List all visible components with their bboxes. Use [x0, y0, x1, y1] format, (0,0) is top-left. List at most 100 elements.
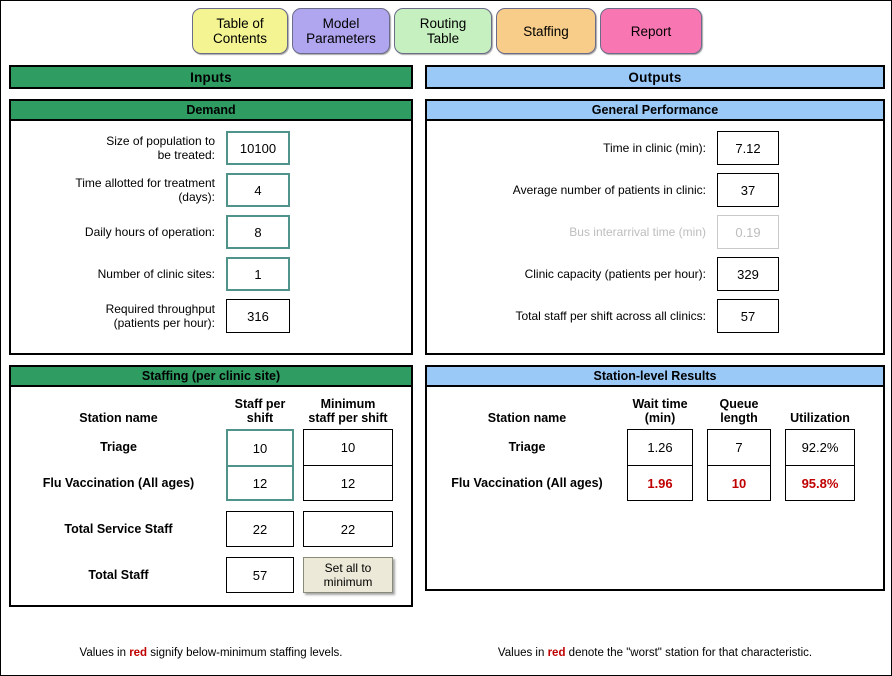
station-name-triage: Triage	[508, 440, 546, 454]
footnote-prefix: Values in	[497, 647, 548, 659]
field-row-required-throughput: Required throughput (patients per hour):…	[11, 299, 411, 333]
column-header-station-name: Station name	[487, 411, 567, 425]
column-header-utilization: Utilization	[785, 411, 855, 425]
table-row: Flu Vaccination (All ages) 12 12	[11, 465, 411, 501]
tab-label-line2: Contents	[212, 31, 268, 46]
value-total-service-staff: 22	[226, 511, 294, 547]
station-results-table: Station name Wait time (min) Queue lengt…	[427, 397, 883, 501]
station-level-results-body: Station name Wait time (min) Queue lengt…	[427, 387, 883, 589]
set-all-to-minimum-button[interactable]: Set all to minimum	[303, 557, 393, 593]
station-name-flu-vaccination: Flu Vaccination (All ages)	[451, 476, 603, 490]
header-line1: Utilization	[790, 411, 850, 425]
input-staff-per-shift-triage[interactable]: 10	[226, 429, 294, 465]
input-number-of-clinic-sites[interactable]: 1	[226, 257, 290, 291]
general-performance-header: General Performance	[427, 101, 883, 121]
label-line1: Size of population to	[106, 134, 215, 148]
field-row-time-in-clinic: Time in clinic (min): 7.12	[427, 131, 883, 165]
label-line2: (patients per hour):	[113, 316, 215, 330]
staffing-section: Staffing (per clinic site) Station name …	[9, 365, 413, 607]
staffing-header: Staffing (per clinic site)	[11, 367, 411, 387]
value-utilization-triage: 92.2%	[785, 429, 855, 465]
input-daily-hours-of-operation[interactable]: 8	[226, 215, 290, 249]
value-total-staff: 57	[226, 557, 294, 593]
value-minimum-staff-flu-vaccination: 12	[303, 465, 393, 501]
outputs-title: Outputs	[425, 65, 885, 89]
staffing-table: Station name Staff per shift Minimum sta…	[11, 397, 411, 593]
field-row-total-staff-all-clinics: Total staff per shift across all clinics…	[427, 299, 883, 333]
table-spacer	[11, 501, 411, 511]
table-row-total-staff: Total Staff 57 Set all to minimum	[11, 557, 411, 593]
value-queue-length-triage: 7	[707, 429, 771, 465]
tab-model-parameters[interactable]: Model Parameters	[292, 8, 390, 54]
tab-label-line1: Model	[322, 16, 360, 31]
tab-label-line1: Routing	[419, 16, 467, 31]
tab-report[interactable]: Report	[600, 8, 702, 54]
tab-label-line2: Table	[426, 31, 460, 46]
field-label-population: Size of population to be treated:	[11, 134, 226, 162]
tab-label-line1: Report	[630, 23, 672, 39]
header-line1: Staff per	[234, 397, 286, 411]
label-line1: Number of clinic sites:	[97, 267, 215, 281]
demand-section: Demand Size of population to be treated:…	[9, 99, 413, 355]
table-spacer	[11, 547, 411, 557]
header-line2: length	[720, 411, 758, 425]
station-level-results-header: Station-level Results	[427, 367, 883, 387]
column-header-station-name: Station name	[79, 411, 158, 425]
value-average-patients-in-clinic: 37	[717, 173, 779, 207]
footnote-red-word: red	[547, 647, 566, 659]
input-staff-per-shift-flu-vaccination[interactable]: 12	[226, 465, 294, 501]
footnote-suffix: signify below-minimum staffing levels.	[147, 647, 343, 659]
station-results-table-header: Station name Wait time (min) Queue lengt…	[427, 397, 883, 429]
table-row: Triage 10 10	[11, 429, 411, 465]
general-performance-body: Time in clinic (min): 7.12 Average numbe…	[427, 121, 883, 353]
header-line1: Minimum	[320, 397, 376, 411]
value-total-service-staff-minimum: 22	[303, 511, 393, 547]
label-line2: be treated:	[157, 148, 215, 162]
label-total-staff: Total Staff	[88, 568, 149, 582]
demand-header: Demand	[11, 101, 411, 121]
clinic-staffing-dashboard: Table of Contents Model Parameters Routi…	[0, 0, 892, 676]
value-total-staff-all-clinics: 57	[717, 299, 779, 333]
header-line2: (min)	[644, 411, 676, 425]
label-line2: (days):	[178, 190, 215, 204]
field-label-total-staff-all-clinics: Total staff per shift across all clinics…	[515, 309, 706, 323]
label-total-service-staff: Total Service Staff	[64, 522, 173, 536]
station-name-triage: Triage	[100, 440, 137, 454]
field-row-time-allotted: Time allotted for treatment (days): 4	[11, 173, 411, 207]
field-row-daily-hours: Daily hours of operation: 8	[11, 215, 411, 249]
field-label-bus-interarrival-time: Bus interarrival time (min)	[569, 225, 706, 239]
input-population-size[interactable]: 10100	[226, 131, 290, 165]
label-line1: Time allotted for treatment	[75, 176, 215, 190]
footnote-suffix: denote the "worst" station for that char…	[565, 647, 813, 659]
tab-label-line1: Staffing	[523, 23, 569, 39]
station-name-flu-vaccination: Flu Vaccination (All ages)	[42, 476, 195, 490]
inputs-title: Inputs	[9, 65, 413, 89]
tab-label-line2: Parameters	[306, 31, 376, 46]
header-line2: shift	[246, 411, 274, 425]
staffing-table-header: Station name Staff per shift Minimum sta…	[11, 397, 411, 429]
header-line1: Queue	[719, 397, 759, 411]
header-line1: Wait time	[632, 397, 688, 411]
header-line2: staff per shift	[308, 411, 388, 425]
table-row-total-service-staff: Total Service Staff 22 22	[11, 511, 411, 547]
field-row-population: Size of population to be treated: 10100	[11, 131, 411, 165]
tab-routing-table[interactable]: Routing Table	[394, 8, 492, 54]
button-label-line2: minimum	[323, 575, 373, 589]
outputs-footnote: Values in red denote the "worst" station…	[425, 647, 885, 659]
table-row: Flu Vaccination (All ages) 1.96 10 95.8%	[427, 465, 883, 501]
label-line1: Daily hours of operation:	[84, 225, 215, 239]
label-line1: Required throughput	[105, 302, 215, 316]
column-header-wait-time: Wait time (min)	[627, 397, 693, 425]
footnote-red-word: red	[129, 647, 148, 659]
field-label-time-in-clinic: Time in clinic (min):	[603, 141, 706, 155]
table-row: Triage 1.26 7 92.2%	[427, 429, 883, 465]
outputs-column: Outputs General Performance Time in clin…	[425, 65, 885, 591]
value-wait-time-flu-vaccination: 1.96	[627, 465, 693, 501]
input-time-allotted-days[interactable]: 4	[226, 173, 290, 207]
field-row-bus-interarrival-time: Bus interarrival time (min) 0.19	[427, 215, 883, 249]
field-label-clinic-sites: Number of clinic sites:	[11, 267, 226, 281]
tab-table-of-contents[interactable]: Table of Contents	[192, 8, 288, 54]
field-label-required-throughput: Required throughput (patients per hour):	[11, 302, 226, 330]
station-level-results-section: Station-level Results Station name Wait …	[425, 365, 885, 591]
tab-staffing[interactable]: Staffing	[496, 8, 596, 54]
